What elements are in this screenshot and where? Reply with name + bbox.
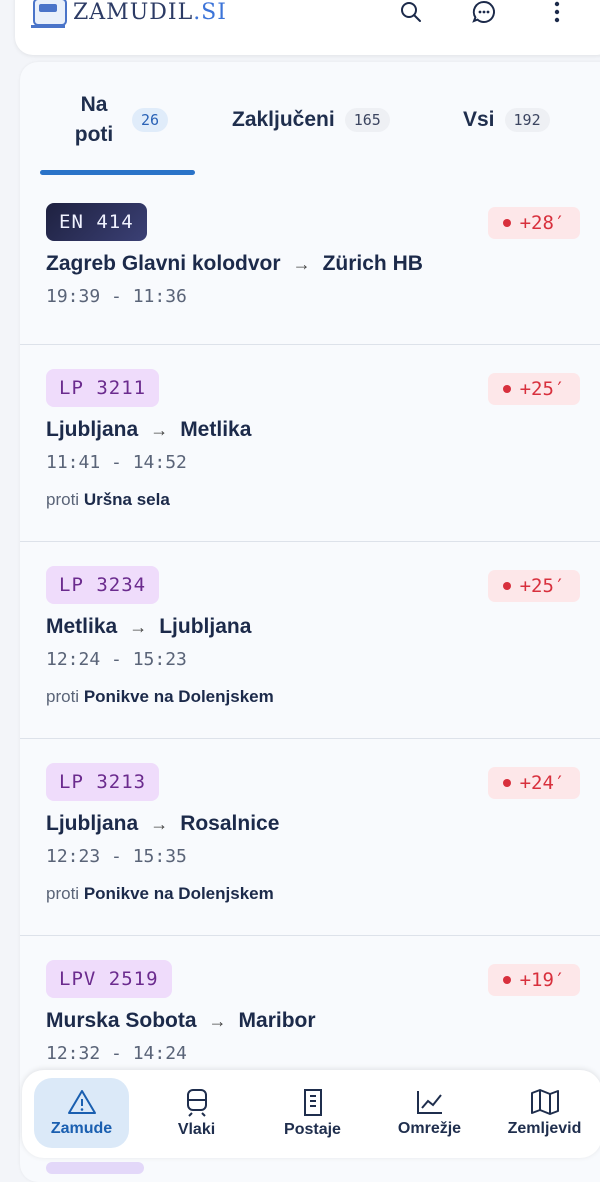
arrow-right-icon: → — [150, 814, 169, 834]
train-logo-icon — [31, 0, 67, 28]
route-to: Metlika — [180, 418, 252, 441]
bottom-navigation: Zamude Vlaki Postaje Omrežje Zemljevid — [22, 1070, 600, 1158]
train-number-badge: LP 3211 — [46, 369, 160, 407]
train-number-badge: EN 414 — [46, 203, 147, 241]
nav-label: Postaje — [284, 1121, 341, 1138]
delay-badge: +28′ — [488, 207, 580, 239]
more-vert-icon[interactable] — [543, 0, 571, 26]
route-to: Maribor — [238, 1009, 316, 1032]
tab-vsi[interactable]: Vsi 192 — [463, 62, 550, 177]
route: Metlika → Ljubljana — [46, 615, 251, 639]
nav-postaje[interactable]: Postaje — [265, 1078, 360, 1148]
delays-panel: Na poti 26 Zaključeni 165 Vsi 192 EN 414… — [20, 62, 600, 1182]
arrow-right-icon: → — [150, 420, 169, 440]
train-card[interactable]: EN 414 +28′ Zagreb Glavni kolodvor → Züric… — [20, 179, 600, 345]
train-number-badge: LP 3234 — [46, 566, 160, 604]
delay-badge: +25′ — [488, 373, 580, 405]
tab-label: Vsi — [463, 107, 495, 131]
delay-dot-icon — [502, 385, 511, 393]
map-icon — [530, 1089, 559, 1115]
schedule-times: 11:41 - 14:52 — [46, 452, 187, 473]
direction: proti Uršna sela — [46, 490, 170, 509]
chart-line-icon — [416, 1091, 442, 1114]
route: Zagreb Glavni kolodvor → Zürich HB — [46, 252, 423, 276]
train-number-badge: LPV 2519 — [46, 960, 172, 998]
train-list: EN 414 +28′ Zagreb Glavni kolodvor → Züric… — [20, 179, 600, 1106]
train-number-badge: LP 3213 — [46, 763, 160, 801]
route: Ljubljana → Metlika — [46, 418, 251, 442]
chat-icon[interactable] — [470, 0, 498, 26]
nav-label: Omrežje — [397, 1120, 462, 1137]
route-to: Rosalnice — [180, 812, 280, 835]
nav-label: Zemljevid — [507, 1120, 582, 1137]
delay-dot-icon — [502, 779, 511, 787]
route-to: Ljubljana — [159, 615, 252, 638]
train-card[interactable]: LP 3234 +25′ Metlika → Ljubljana 12:24 - 1… — [20, 542, 600, 739]
arrow-right-icon: → — [129, 617, 148, 637]
nav-vlaki[interactable]: Vlaki — [149, 1078, 244, 1148]
tab-label: Na poti — [74, 92, 114, 146]
train-card[interactable]: LP 3213 +24′ Ljubljana → Rosalnice 12:23 -… — [20, 739, 600, 936]
tab-count-badge: 26 — [132, 107, 169, 132]
delay-dot-icon — [502, 219, 511, 227]
nav-zamude[interactable]: Zamude — [34, 1078, 129, 1148]
tab-count-badge: 192 — [504, 107, 550, 132]
delay-dot-icon — [502, 582, 511, 590]
arrow-right-icon: → — [208, 1011, 227, 1031]
direction: proti Ponikve na Dolenjskem — [46, 687, 274, 706]
nav-zemljevid[interactable]: Zemljevid — [497, 1078, 592, 1148]
delay-dot-icon — [502, 976, 511, 984]
schedule-times: 19:39 - 11:36 — [46, 286, 187, 307]
nav-label: Vlaki — [177, 1121, 216, 1138]
nav-label: Zamude — [50, 1120, 113, 1137]
tab-count-badge: 165 — [344, 107, 390, 132]
nav-omrezje[interactable]: Omrežje — [382, 1078, 477, 1148]
tab-label: Zaključeni — [232, 107, 335, 131]
route-to: Zürich HB — [322, 252, 423, 275]
warning-icon — [67, 1090, 96, 1114]
train-card[interactable]: LP 3211 +25′ Ljubljana → Metlika 11:41 - 1… — [20, 345, 600, 542]
schedule-times: 12:23 - 15:35 — [46, 846, 187, 867]
app-logo[interactable]: ZAMUDIL.SI — [31, 0, 227, 28]
route-from: Ljubljana — [46, 418, 139, 441]
schedule-times: 12:24 - 15:23 — [46, 649, 187, 670]
direction: proti Ponikve na Dolenjskem — [46, 884, 274, 903]
delay-badge: +24′ — [488, 767, 580, 799]
train-icon — [186, 1089, 207, 1117]
search-icon[interactable] — [397, 0, 425, 26]
route-from: Metlika — [46, 615, 118, 638]
route: Ljubljana → Rosalnice — [46, 812, 279, 836]
arrow-right-icon: → — [292, 254, 311, 274]
route-from: Murska Sobota — [46, 1009, 197, 1032]
building-icon — [303, 1089, 322, 1116]
tab-na-poti[interactable]: Na poti 26 — [72, 62, 169, 177]
delay-badge: +19′ — [488, 964, 580, 996]
route-from: Ljubljana — [46, 812, 139, 835]
delay-badge: +25′ — [488, 570, 580, 602]
route: Murska Sobota → Maribor — [46, 1009, 316, 1033]
next-card-peek — [46, 1162, 144, 1174]
active-tab-indicator — [40, 170, 195, 175]
app-bar: ZAMUDIL.SI — [15, 0, 600, 55]
logo-text: ZAMUDIL.SI — [73, 0, 227, 25]
route-from: Zagreb Glavni kolodvor — [46, 252, 281, 275]
tab-bar: Na poti 26 Zaključeni 165 Vsi 192 — [20, 62, 600, 177]
tab-zakljuceni[interactable]: Zaključeni 165 — [232, 62, 390, 177]
schedule-times: 12:32 - 14:24 — [46, 1043, 187, 1064]
